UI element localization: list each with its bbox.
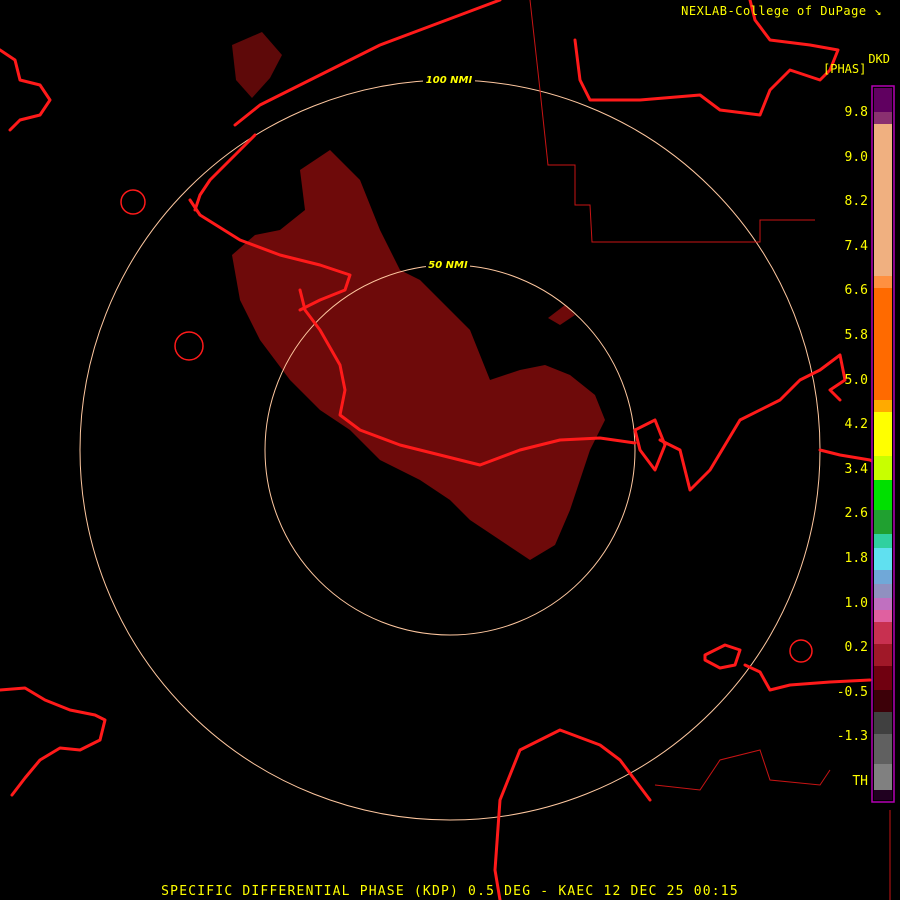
color-scale-label: 6.6 bbox=[844, 283, 868, 299]
color-scale-label: 7.4 bbox=[844, 238, 868, 254]
color-scale-label: 0.2 bbox=[844, 640, 868, 656]
color-scale-label: -1.3 bbox=[836, 729, 868, 745]
color-scale-label: 5.8 bbox=[844, 328, 868, 343]
ring-label-50: 50 NMI bbox=[428, 260, 468, 271]
color-scale-label: -0.5 bbox=[836, 684, 868, 700]
arrow-corner-icon: ↘ bbox=[866, 4, 882, 18]
color-scale-label: 2.6 bbox=[844, 506, 868, 522]
color-scale-label: 3.4 bbox=[844, 461, 868, 477]
credit-text: NEXLAB-College of DuPage bbox=[681, 4, 867, 18]
product-unit: [PHAS] bbox=[823, 62, 867, 76]
color-scale-label: 5.0 bbox=[844, 372, 868, 388]
credit-label: NEXLAB-College of DuPage ↘ bbox=[681, 4, 882, 18]
color-scale-label: 1.8 bbox=[844, 551, 868, 566]
color-scale-label: TH bbox=[852, 774, 868, 789]
product-caption: SPECIFIC DIFFERENTIAL PHASE (KDP) 0.5 DE… bbox=[161, 884, 739, 899]
color-scale-label: 4.2 bbox=[844, 417, 868, 433]
ring-label-100: 100 NMI bbox=[426, 75, 473, 86]
radar-map: 50 NMI 100 NMI bbox=[0, 0, 900, 900]
color-scale-label: 9.8 bbox=[844, 105, 868, 120]
product-code: DKD bbox=[868, 52, 890, 66]
color-scale-label: 1.0 bbox=[844, 595, 868, 611]
color-scale-label: 8.2 bbox=[844, 194, 868, 210]
color-scale-label: 9.0 bbox=[844, 149, 868, 165]
